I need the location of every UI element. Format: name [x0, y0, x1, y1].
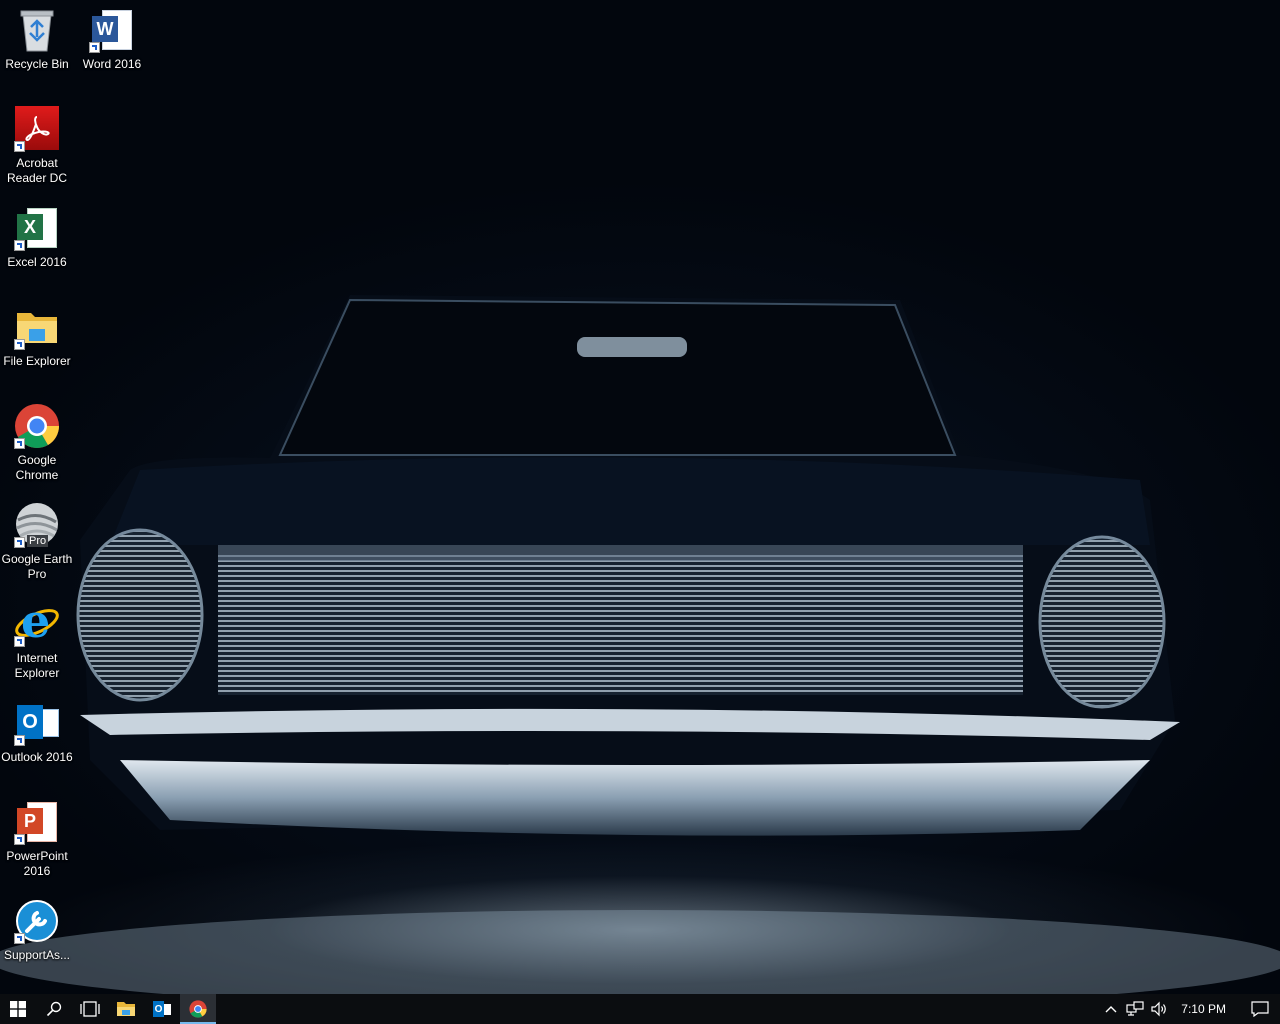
desktop-icon-excel[interactable]: X Excel 2016	[0, 204, 74, 270]
supportassist-icon	[13, 897, 61, 945]
desktop-icon-label: Outlook 2016	[1, 750, 73, 764]
start-icon	[10, 1001, 26, 1017]
google-earth-icon: Pro	[13, 501, 61, 549]
desktop-icon-label: Internet Explorer	[14, 651, 60, 680]
chrome-icon	[189, 1000, 207, 1018]
excel-icon: X	[13, 204, 61, 252]
internet-explorer-icon: e	[13, 598, 61, 648]
taskbar-file-explorer[interactable]	[108, 994, 144, 1024]
desktop-icon-internet-explorer[interactable]: e Internet Explorer	[0, 598, 74, 681]
wallpaper-car-image	[0, 295, 1280, 994]
taskbar: O 7:10 PM	[0, 994, 1280, 1024]
shortcut-arrow-icon	[14, 834, 25, 845]
shortcut-arrow-icon	[14, 141, 25, 152]
file-explorer-icon	[13, 303, 61, 351]
shortcut-arrow-icon	[14, 438, 25, 449]
start-button[interactable]	[0, 994, 36, 1024]
desktop-icon-supportassist[interactable]: SupportAs...	[0, 897, 74, 963]
chrome-icon	[13, 402, 61, 450]
desktop-icon-label: File Explorer	[3, 354, 71, 368]
action-center-button[interactable]	[1240, 994, 1280, 1024]
desktop[interactable]: Recycle Bin W Word 2016 Acrobat Reader D…	[0, 0, 1280, 994]
shortcut-arrow-icon	[14, 240, 25, 251]
task-view-button[interactable]	[72, 994, 108, 1024]
outlook-icon: O	[13, 699, 61, 747]
show-hidden-icons-button[interactable]	[1099, 994, 1123, 1024]
desktop-icon-outlook[interactable]: O Outlook 2016	[0, 699, 74, 765]
desktop-icon-label: Acrobat Reader DC	[6, 156, 68, 185]
search-button[interactable]	[36, 994, 72, 1024]
desktop-icon-label: Google Chrome	[15, 453, 59, 482]
shortcut-arrow-icon	[14, 537, 25, 548]
network-button[interactable]	[1123, 994, 1147, 1024]
desktop-icon-acrobat[interactable]: Acrobat Reader DC	[0, 105, 74, 186]
desktop-icon-file-explorer[interactable]: File Explorer	[0, 303, 74, 369]
desktop-icon-recycle-bin[interactable]: Recycle Bin	[0, 6, 74, 72]
desktop-icon-label: Recycle Bin	[5, 57, 69, 71]
clock[interactable]: 7:10 PM	[1171, 1002, 1240, 1016]
outlook-icon: O	[153, 1001, 171, 1017]
task-view-icon	[80, 1001, 100, 1017]
search-icon	[46, 1001, 62, 1017]
shortcut-arrow-icon	[14, 735, 25, 746]
recycle-bin-icon	[13, 6, 61, 54]
shortcut-arrow-icon	[14, 339, 25, 350]
taskbar-google-chrome[interactable]	[180, 994, 216, 1024]
desktop-icon-label: Excel 2016	[7, 255, 67, 269]
desktop-icon-label: PowerPoint 2016	[6, 849, 68, 878]
volume-button[interactable]	[1147, 994, 1171, 1024]
speaker-icon	[1151, 1001, 1167, 1017]
network-icon	[1126, 1001, 1144, 1016]
word-icon: W	[88, 6, 136, 54]
desktop-icon-label: Word 2016	[82, 57, 142, 71]
desktop-icon-google-chrome[interactable]: Google Chrome	[0, 402, 74, 483]
powerpoint-icon: P	[13, 798, 61, 846]
acrobat-icon	[13, 105, 61, 153]
desktop-icon-label: Google Earth Pro	[1, 552, 73, 581]
notification-icon	[1251, 1001, 1269, 1017]
shortcut-arrow-icon	[89, 42, 100, 53]
desktop-icon-powerpoint[interactable]: P PowerPoint 2016	[0, 798, 74, 879]
system-tray: 7:10 PM	[1099, 994, 1280, 1024]
desktop-icon-google-earth-pro[interactable]: Pro Google Earth Pro	[0, 501, 74, 582]
shortcut-arrow-icon	[14, 636, 25, 647]
taskbar-outlook[interactable]: O	[144, 994, 180, 1024]
chevron-up-icon	[1105, 1006, 1117, 1013]
desktop-icon-word[interactable]: W Word 2016	[75, 6, 149, 72]
desktop-icon-label: SupportAs...	[3, 948, 71, 962]
shortcut-arrow-icon	[14, 933, 25, 944]
file-explorer-icon	[117, 1002, 135, 1016]
